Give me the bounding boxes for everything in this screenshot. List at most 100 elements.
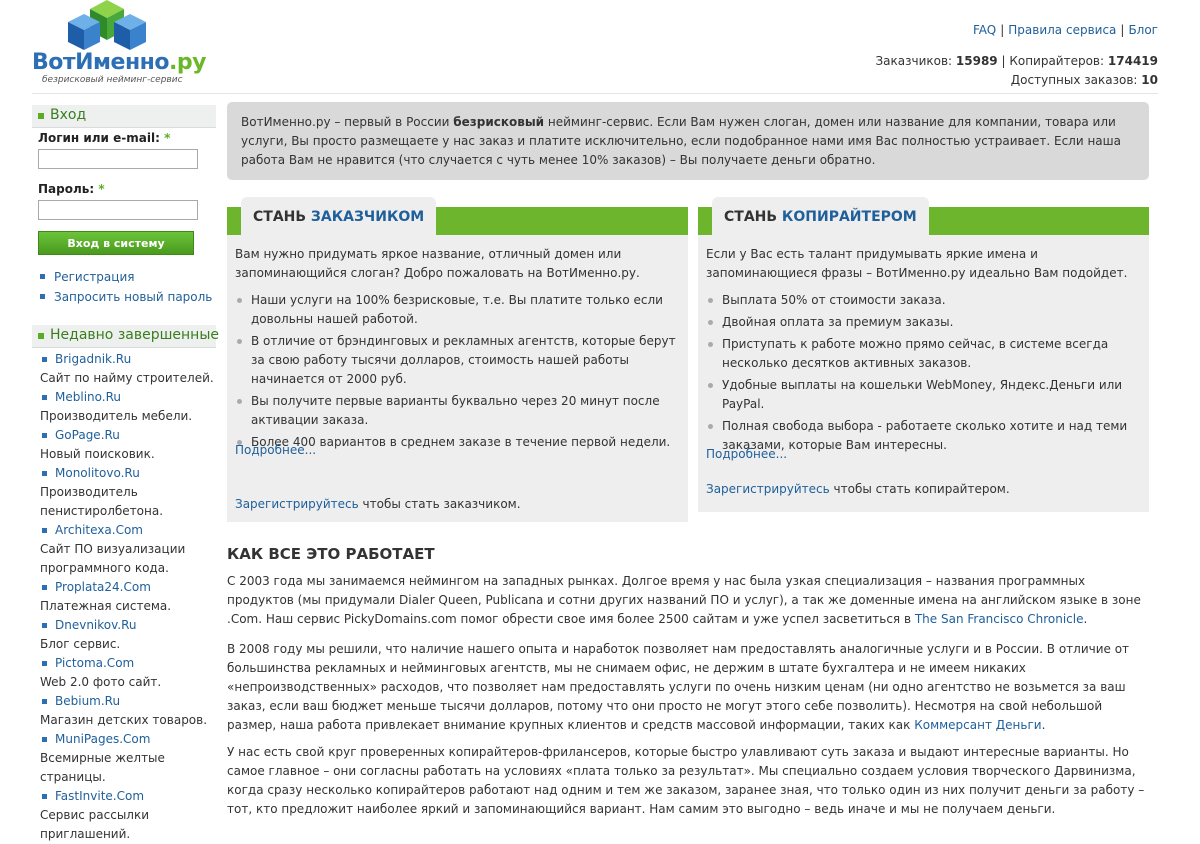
recent-site-link[interactable]: FastInvite.Com xyxy=(40,787,216,806)
blue-square-icon xyxy=(42,623,47,628)
customer-more-link[interactable]: Подробнее... xyxy=(235,443,316,457)
copywriter-panel: СТАНЬ КОПИРАЙТЕРОМ Если у Вас есть талан… xyxy=(698,197,1149,512)
bullet-dot-icon xyxy=(237,298,242,303)
recent-site-desc: Платежная система. xyxy=(40,599,172,613)
recent-site-link[interactable]: Bebium.Ru xyxy=(40,692,216,711)
green-square-icon xyxy=(38,113,44,119)
recent-site-link[interactable]: Pictoma.Com xyxy=(40,654,216,673)
intro-bold: безрисковый xyxy=(453,115,545,129)
copywriters-count: 174419 xyxy=(1107,54,1158,68)
copywriter-benefits-list: Выплата 50% от стоимости заказа. Двойная … xyxy=(706,291,1137,455)
bullet-dot-icon xyxy=(237,339,242,344)
bullet-dot-icon xyxy=(708,298,713,303)
recent-site-desc: Сайт по найму строителей. xyxy=(40,371,214,385)
blue-square-icon xyxy=(42,528,47,533)
recent-heading: Недавно завершенные xyxy=(32,325,219,348)
blue-square-icon xyxy=(42,794,47,799)
recent-item: Pictoma.Com Web 2.0 фото сайт. xyxy=(40,654,216,692)
blue-square-icon xyxy=(40,294,45,299)
benefit-item: Приступать к работе можно прямо сейчас, … xyxy=(706,335,1137,373)
recent-site-link[interactable]: Meblino.Ru xyxy=(40,388,216,407)
recent-site-desc: Сайт ПО визуализации программного кода. xyxy=(40,542,186,575)
kommersant-link[interactable]: Коммерсант Деньги xyxy=(914,718,1041,732)
available-orders-label: Доступных заказов: xyxy=(1010,73,1138,87)
copywriter-more-link[interactable]: Подробнее... xyxy=(706,447,787,461)
blue-square-icon xyxy=(42,471,47,476)
recent-site-link[interactable]: GoPage.Ru xyxy=(40,426,216,445)
recent-site-link[interactable]: Monolitovo.Ru xyxy=(40,464,216,483)
password-input[interactable] xyxy=(38,200,198,220)
copywriter-panel-body: Если у Вас есть талант придумывать яркие… xyxy=(706,245,1137,458)
blog-link[interactable]: Блог xyxy=(1128,23,1158,37)
logo-tagline: безрисковый нейминг-сервис xyxy=(42,75,183,85)
login-button[interactable]: Вход в систему xyxy=(38,231,194,255)
how-paragraph-2: В 2008 году мы решили, что наличие нашег… xyxy=(227,642,1130,732)
bullet-dot-icon xyxy=(708,383,713,388)
how-it-works-title: КАК ВСЕ ЭТО РАБОТАЕТ xyxy=(227,545,435,563)
benefit-item: Удобные выплаты на кошельки WebMoney, Ян… xyxy=(706,376,1137,414)
blue-square-icon xyxy=(42,395,47,400)
sf-chronicle-link[interactable]: The San Francisco Chronicle xyxy=(915,612,1084,626)
recent-site-link[interactable]: Proplata24.Com xyxy=(40,578,216,597)
recent-site-desc: Магазин детских товаров. xyxy=(40,713,208,727)
recent-site-link[interactable]: Architexa.Com xyxy=(40,521,216,540)
password-label: Пароль: * xyxy=(38,182,105,196)
recent-item: FastInvite.Com Сервис рассылки приглашени… xyxy=(40,787,216,844)
recent-site-desc: Web 2.0 фото сайт. xyxy=(40,675,162,689)
copywriter-panel-title: СТАНЬ КОПИРАЙТЕРОМ xyxy=(712,197,929,235)
recent-item: Brigadnik.Ru Сайт по найму строителей. xyxy=(40,350,216,388)
customers-count: 15989 xyxy=(955,54,998,68)
orders-stats: Доступных заказов: 10 xyxy=(1011,73,1158,87)
blue-square-icon xyxy=(42,737,47,742)
logo-name: ВотИменно xyxy=(32,50,169,75)
bullet-dot-icon xyxy=(708,342,713,347)
recent-item: Meblino.Ru Производитель мебели. xyxy=(40,388,216,426)
recent-item: Proplata24.Com Платежная система. xyxy=(40,578,216,616)
recent-site-desc: Производитель мебели. xyxy=(40,409,193,423)
customer-panel: СТАНЬ ЗАКАЗЧИКОМ Вам нужно придумать ярк… xyxy=(227,197,688,522)
customer-panel-title: СТАНЬ ЗАКАЗЧИКОМ xyxy=(241,197,437,235)
benefit-item: Вы получите первые варианты буквально че… xyxy=(235,392,676,430)
reset-password-link[interactable]: Запросить новый пароль xyxy=(40,290,212,304)
blue-square-icon xyxy=(42,585,47,590)
blue-square-icon xyxy=(40,274,45,279)
customer-register-line: Зарегистрируйтесь чтобы стать заказчиком… xyxy=(235,497,521,511)
copywriter-register-line: Зарегистрируйтесь чтобы стать копирайтер… xyxy=(706,482,1010,496)
blue-square-icon xyxy=(42,357,47,362)
login-heading: Вход xyxy=(32,105,216,128)
customers-label: Заказчиков: xyxy=(875,54,953,68)
recent-item: GoPage.Ru Новый поисковик. xyxy=(40,426,216,464)
recent-site-link[interactable]: MuniPages.Com xyxy=(40,730,216,749)
rules-link[interactable]: Правила сервиса xyxy=(1008,23,1116,37)
benefit-item: Двойная оплата за премиум заказы. xyxy=(706,313,1137,332)
logo-cubes-icon xyxy=(68,0,146,50)
recent-item: Bebium.Ru Магазин детских товаров. xyxy=(40,692,216,730)
recent-list: Brigadnik.Ru Сайт по найму строителей. Meb… xyxy=(40,350,216,844)
green-square-icon xyxy=(38,333,44,339)
blue-square-icon xyxy=(42,433,47,438)
customer-benefits-list: Наши услуги на 100% безрисковые, т.е. Вы… xyxy=(235,291,676,452)
recent-site-link[interactable]: Dnevnikov.Ru xyxy=(40,616,216,635)
logo-wordmark[interactable]: ВотИменно.ру xyxy=(32,50,206,75)
recent-site-link[interactable]: Brigadnik.Ru xyxy=(40,350,216,369)
copywriter-register-link[interactable]: Зарегистрируйтесь xyxy=(706,482,830,496)
logo-tld: .ру xyxy=(168,50,206,75)
login-input[interactable] xyxy=(38,149,198,169)
recent-item: Monolitovo.Ru Производитель пенистиролбет… xyxy=(40,464,216,521)
how-paragraph-3: У нас есть свой круг проверенных копирай… xyxy=(227,745,1145,816)
recent-item: Dnevnikov.Ru Блог сервис. xyxy=(40,616,216,654)
customer-panel-body: Вам нужно придумать яркое название, отли… xyxy=(235,245,676,455)
register-link[interactable]: Регистрация xyxy=(40,270,134,284)
recent-item: MuniPages.Com Всемирные желтые страницы. xyxy=(40,730,216,787)
intro-box: ВотИменно.ру – первый в России безрисков… xyxy=(227,102,1149,180)
blue-square-icon xyxy=(42,699,47,704)
customer-register-link[interactable]: Зарегистрируйтесь xyxy=(235,497,359,511)
faq-link[interactable]: FAQ xyxy=(973,23,996,37)
recent-site-desc: Производитель пенистиролбетона. xyxy=(40,485,164,518)
available-orders-count: 10 xyxy=(1141,73,1158,87)
recent-item: Architexa.Com Сайт ПО визуализации програ… xyxy=(40,521,216,578)
bullet-dot-icon xyxy=(237,399,242,404)
recent-site-desc: Сервис рассылки приглашений. xyxy=(40,808,150,841)
blue-square-icon xyxy=(42,661,47,666)
bullet-dot-icon xyxy=(708,424,713,429)
